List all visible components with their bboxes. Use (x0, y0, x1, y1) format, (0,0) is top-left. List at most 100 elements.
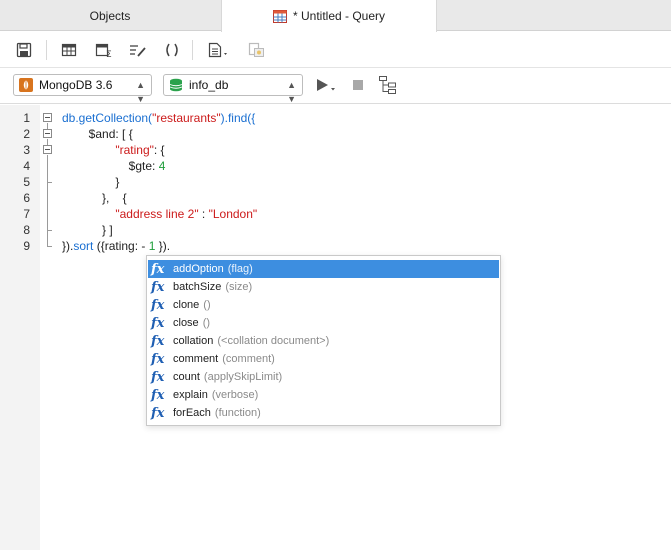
connection-select[interactable]: MongoDB 3.6 ▲ ▼ (13, 74, 152, 104)
autocomplete-item[interactable]: fx comment (comment) (148, 350, 499, 368)
line-number: 8 (23, 223, 30, 237)
fold-end-tick (47, 246, 52, 247)
fold-toggle-icon[interactable] (43, 129, 52, 138)
query-builder-button[interactable] (60, 40, 80, 60)
save-icon (16, 42, 32, 58)
format-button[interactable] (128, 40, 148, 60)
save-button[interactable] (14, 40, 34, 60)
autocomplete-item-name: forEach (173, 407, 211, 419)
chevron-updown-icon: ▲ ▼ (136, 80, 145, 104)
autocomplete-item-signature: (size) (225, 281, 253, 293)
autocomplete-item[interactable]: fx collation (<collation document>) (148, 332, 499, 350)
database-select[interactable]: info_db ▲ ▼ (163, 74, 303, 104)
svg-text:Σ: Σ (106, 50, 112, 58)
function-fx-icon: fx (151, 405, 165, 421)
line-number: 7 (23, 207, 30, 221)
connection-toolbar: MongoDB 3.6 ▲ ▼ info_db ▲ ▼ (0, 68, 671, 104)
brackets-button[interactable] (162, 40, 182, 60)
autocomplete-item-signature: (function) (214, 407, 261, 419)
snippet-dropdown-button[interactable] (206, 40, 234, 60)
line-number: 3 (23, 143, 30, 157)
autocomplete-item-signature: (verbose) (211, 389, 259, 401)
code-line[interactable]: db.getCollection("restaurants").find({ (62, 110, 255, 126)
line-number-gutter: 1 2 3 4 5 6 7 8 9 (0, 105, 40, 550)
autocomplete-item-signature: () (202, 317, 211, 329)
code-line[interactable]: $gte: 4 (62, 158, 166, 174)
format-icon (130, 45, 146, 57)
export-button[interactable] (246, 40, 266, 60)
fold-guide (47, 139, 48, 145)
autocomplete-item-name: count (173, 371, 200, 383)
table-query-icon (272, 9, 287, 23)
code-token: "restaurants" (152, 111, 221, 125)
autocomplete-item[interactable]: fx count (applySkipLimit) (148, 368, 499, 386)
function-fx-icon: fx (151, 351, 165, 367)
function-fx-icon: fx (151, 279, 165, 295)
autocomplete-item-name: addOption (173, 263, 224, 275)
code-token: "address line 2" (115, 207, 199, 221)
code-line[interactable]: "rating": { (62, 142, 165, 158)
code-line[interactable]: } ] (62, 222, 113, 238)
code-token: "rating" (115, 143, 154, 157)
toolbar-separator (192, 40, 193, 60)
function-fx-icon: fx (151, 297, 165, 313)
code-token: 4 (158, 159, 166, 173)
line-number: 9 (23, 239, 30, 253)
aggregate-button[interactable]: Σ (94, 40, 114, 60)
autocomplete-item-name: batchSize (173, 281, 222, 293)
code-line[interactable]: }, { (62, 190, 127, 206)
code-token: sort (73, 239, 94, 253)
autocomplete-item[interactable]: fx clone() (148, 296, 499, 314)
function-fx-icon: fx (151, 387, 165, 403)
fold-end-tick (47, 182, 52, 183)
autocomplete-item-signature: (<collation document>) (217, 335, 330, 347)
fold-toggle-icon[interactable] (43, 113, 52, 122)
explain-button[interactable] (378, 75, 398, 95)
line-number: 5 (23, 175, 30, 189)
autocomplete-item[interactable]: fx addOption (flag) (148, 260, 499, 278)
chevron-updown-icon: ▲ ▼ (287, 80, 296, 104)
run-dropdown-button[interactable] (314, 75, 340, 95)
database-value: info_db (189, 78, 229, 92)
function-fx-icon: fx (151, 333, 165, 349)
autocomplete-item[interactable]: fx batchSize (size) (148, 278, 499, 296)
autocomplete-item[interactable]: fx forEach (function) (148, 404, 499, 422)
tab-untitled-query[interactable]: * Untitled - Query (221, 0, 437, 32)
code-token: }, { (62, 191, 127, 205)
tab-objects[interactable]: Objects (0, 0, 220, 31)
code-line[interactable]: } (62, 174, 119, 190)
mongodb-leaf-icon (19, 78, 33, 92)
stop-icon (353, 80, 363, 90)
explain-tree-icon (379, 76, 396, 94)
brackets-icon (166, 43, 178, 57)
function-fx-icon: fx (151, 315, 165, 331)
play-icon (317, 79, 335, 91)
line-number: 2 (23, 127, 30, 141)
code-token: ({rating: - (93, 239, 149, 253)
code-token: }). (155, 239, 171, 253)
function-fx-icon: fx (151, 261, 165, 277)
fold-toggle-icon[interactable] (43, 145, 52, 154)
line-number: 4 (23, 159, 30, 173)
autocomplete-item-signature: (flag) (227, 263, 253, 275)
autocomplete-item-name: collation (173, 335, 214, 347)
stop-button[interactable] (348, 75, 368, 95)
autocomplete-item[interactable]: fx explain (verbose) (148, 386, 499, 404)
code-token: : (198, 207, 209, 221)
autocomplete-item-name: clone (173, 299, 200, 311)
code-line[interactable]: $and: [ { (62, 126, 133, 142)
code-line[interactable]: }).sort ({rating: - 1 }). (62, 238, 170, 254)
tab-query-label: * Untitled - Query (292, 9, 386, 23)
snippet-icon (208, 42, 227, 58)
tab-objects-label: Objects (89, 8, 131, 23)
code-line[interactable]: "address line 2" : "London" (62, 206, 257, 222)
autocomplete-popup[interactable]: fx addOption (flag) fx batchSize (size) fx clon… (146, 255, 501, 426)
code-editor[interactable]: 1 2 3 4 5 6 7 8 9 db.getCollection("rest… (0, 105, 671, 550)
autocomplete-item[interactable]: fx close() (148, 314, 499, 332)
code-token: } (62, 175, 120, 189)
code-token: : { (153, 143, 165, 157)
fold-end-tick (47, 230, 52, 231)
line-number: 6 (23, 191, 30, 205)
function-fx-icon: fx (151, 369, 165, 385)
code-token: ).find({ (220, 111, 256, 125)
